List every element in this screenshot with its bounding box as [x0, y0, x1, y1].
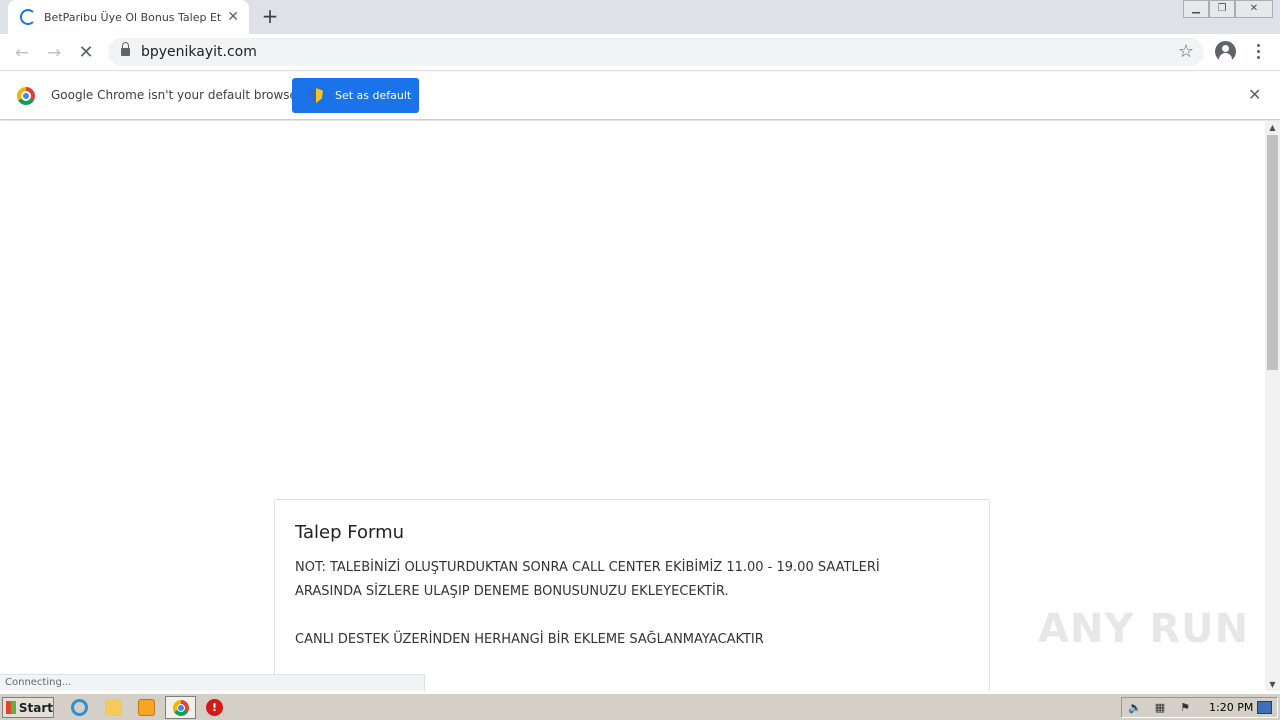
infobar-close-icon[interactable]: ✕	[1248, 87, 1261, 103]
volume-icon[interactable]: 🔈	[1128, 701, 1142, 715]
window-close-button[interactable]: ✕	[1235, 0, 1273, 18]
windows-taskbar: Start ! 🔈 ▦ ⚑ 1:20 PM	[0, 693, 1280, 720]
tab-close-icon[interactable]: ✕	[227, 9, 239, 25]
vertical-scrollbar[interactable]: ▲ ▼	[1265, 121, 1280, 691]
restore-button[interactable]: ❐	[1209, 0, 1235, 18]
note-line-2: ARASINDA SİZLERE ULAŞIP DENEME BONUSUNUZ…	[295, 584, 729, 599]
internet-explorer-icon[interactable]	[71, 699, 88, 716]
minimize-button[interactable]: ▁	[1183, 0, 1209, 18]
file-explorer-icon[interactable]	[105, 699, 122, 716]
show-desktop-icon[interactable]	[1257, 701, 1272, 714]
request-form-card: Talep Formu NOT: TALEBİNİZİ OLUŞTURDUKTA…	[274, 499, 990, 691]
back-button[interactable]: ←	[11, 42, 33, 64]
stop-loading-button[interactable]: ✕	[75, 42, 97, 64]
start-label: Start	[18, 700, 53, 715]
infobar-message: Google Chrome isn't your default browser	[51, 88, 302, 102]
status-bubble: Connecting...	[0, 674, 425, 691]
scroll-down-icon[interactable]: ▼	[1268, 680, 1277, 689]
windows-logo-icon	[6, 701, 16, 714]
chrome-icon	[173, 700, 189, 716]
note-line-1: NOT: TALEBİNİZİ OLUŞTURDUKTAN SONRA CALL…	[295, 560, 880, 575]
action-center-flag-icon[interactable]: ⚑	[1178, 701, 1192, 715]
minimize-icon: ▁	[1192, 3, 1200, 14]
default-browser-infobar: Google Chrome isn't your default browser…	[0, 72, 1280, 120]
loading-spinner-icon	[20, 9, 36, 25]
set-as-default-label: Set as default	[335, 89, 412, 102]
url-text[interactable]: bpyenikayit.com	[141, 44, 257, 60]
start-button[interactable]: Start	[2, 697, 54, 718]
taskbar-clock[interactable]: 1:20 PM	[1209, 701, 1253, 714]
address-bar[interactable]: bpyenikayit.com ☆	[108, 38, 1204, 66]
chrome-logo-icon	[17, 87, 35, 105]
note-line-3: CANLI DESTEK ÜZERİNDEN HERHANGİ BİR EKLE…	[295, 632, 764, 647]
tab-strip: BetParibu Üye Ol Bonus Talep Et ✕ + ▁ ❐ …	[0, 0, 1280, 34]
profile-avatar-icon[interactable]	[1215, 41, 1236, 62]
new-tab-button[interactable]: +	[258, 6, 282, 28]
lock-icon[interactable]	[121, 42, 130, 56]
forward-button[interactable]: →	[43, 42, 65, 64]
system-tray: 🔈 ▦ ⚑ 1:20 PM	[1121, 697, 1278, 718]
network-icon[interactable]: ▦	[1153, 701, 1167, 715]
set-as-default-button[interactable]: Set as default	[292, 78, 419, 113]
restore-icon: ❐	[1217, 3, 1227, 14]
uac-shield-icon	[309, 88, 323, 103]
scroll-up-icon[interactable]: ▲	[1268, 123, 1277, 132]
chrome-taskbar-button[interactable]	[165, 696, 196, 719]
browser-tab[interactable]: BetParibu Üye Ol Bonus Talep Et ✕	[8, 0, 249, 34]
scrollbar-thumb[interactable]	[1267, 135, 1278, 370]
browser-toolbar: ← → ✕ bpyenikayit.com ☆	[0, 34, 1280, 71]
menu-kebab-icon[interactable]	[1252, 43, 1264, 61]
anyrun-watermark: ANY RUN	[1038, 606, 1250, 652]
close-icon: ✕	[1249, 3, 1259, 14]
stop-sign-icon[interactable]: !	[206, 699, 223, 716]
media-player-icon[interactable]	[138, 699, 155, 716]
form-title: Talep Formu	[295, 522, 405, 543]
bookmark-star-icon[interactable]: ☆	[1178, 41, 1194, 62]
tab-title: BetParibu Üye Ol Bonus Talep Et	[44, 10, 222, 24]
